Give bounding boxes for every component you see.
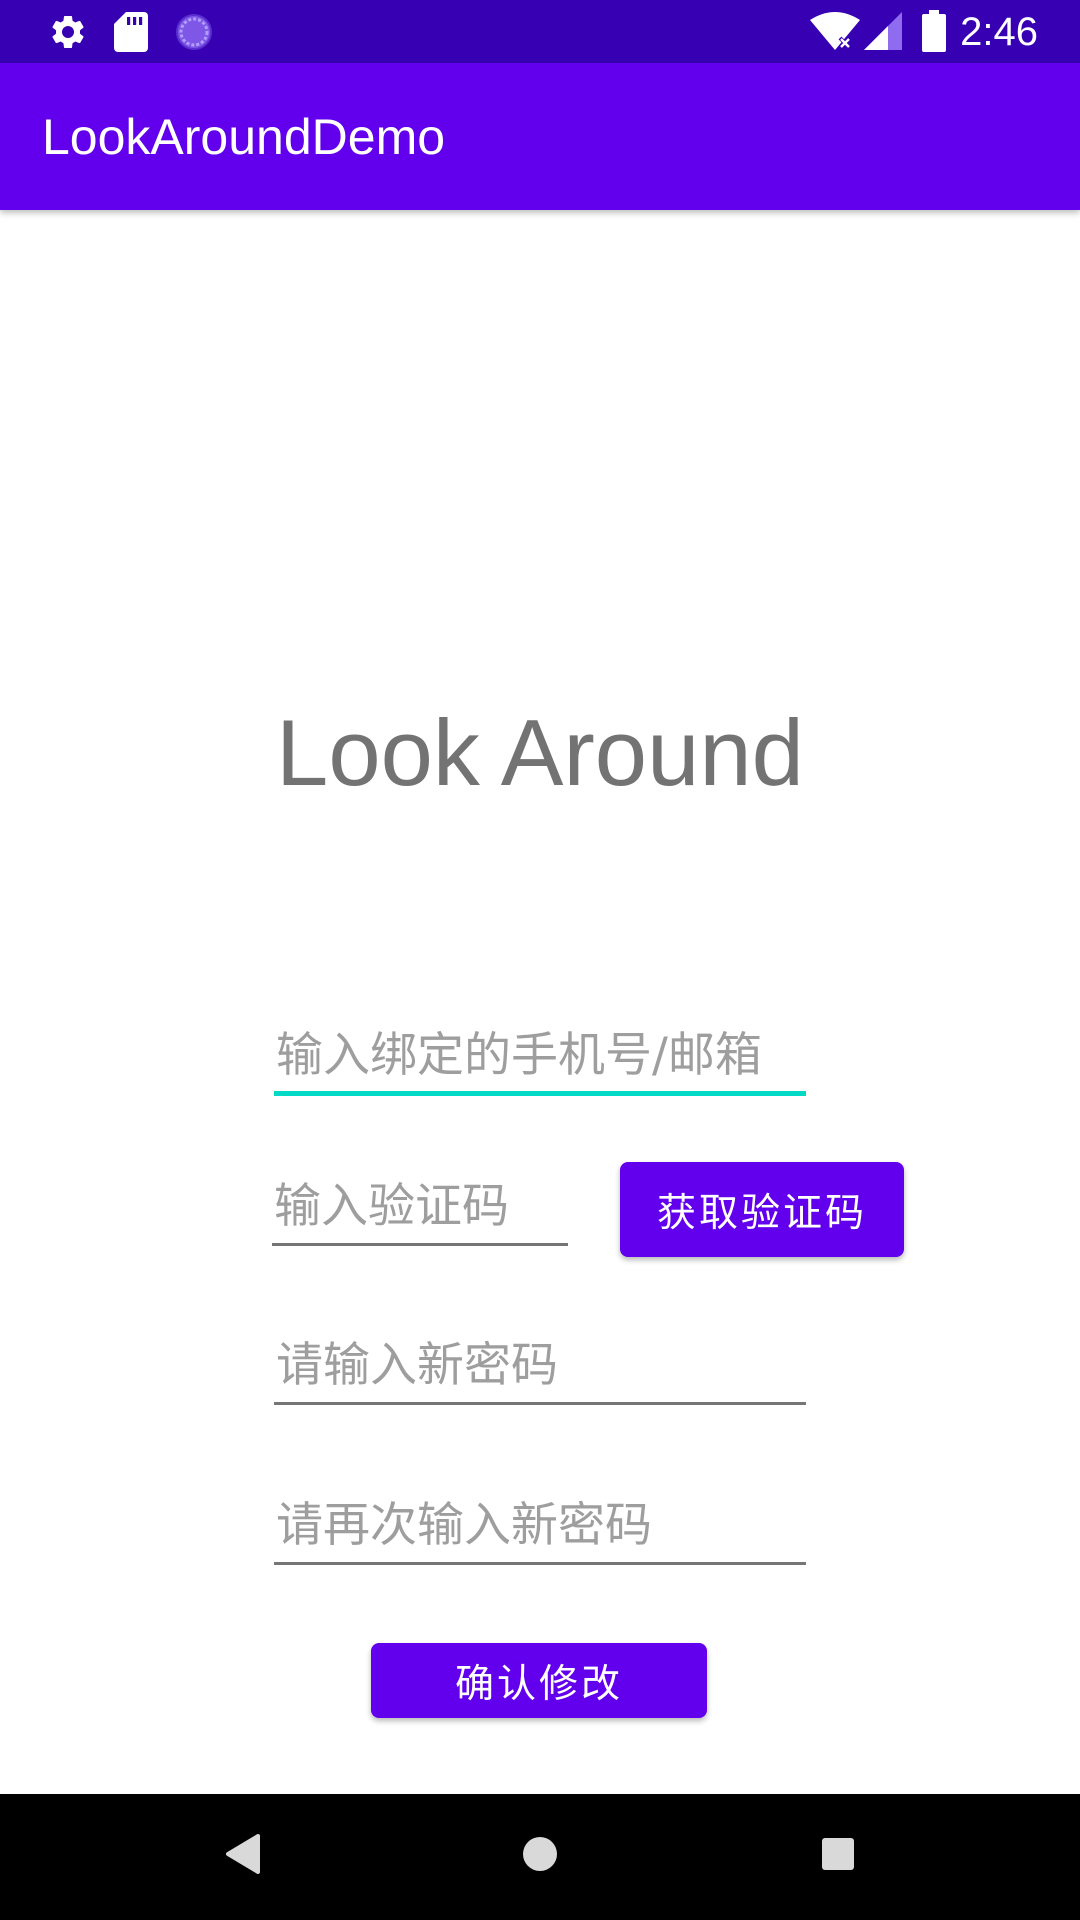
navigation-bar [0, 1794, 1080, 1920]
loading-icon [176, 14, 212, 50]
battery-icon [922, 10, 946, 52]
app-title: LookAroundDemo [42, 109, 446, 165]
gear-icon [52, 15, 84, 48]
sd-card-icon [114, 12, 148, 52]
recents-icon[interactable] [820, 1836, 856, 1872]
confirm-password-input[interactable] [274, 1488, 806, 1565]
confirm-change-button[interactable]: 确认修改 [371, 1643, 707, 1718]
status-bar: 2:46 [0, 0, 1080, 63]
verification-code-input[interactable] [272, 1170, 568, 1246]
home-icon[interactable] [520, 1834, 560, 1874]
cell-signal-icon [864, 12, 902, 50]
new-password-input[interactable] [274, 1328, 806, 1405]
get-code-button[interactable]: 获取验证码 [620, 1162, 904, 1257]
brand-title: Look Around [276, 700, 804, 805]
app-bar: LookAroundDemo [0, 63, 1080, 210]
back-icon[interactable] [222, 1832, 262, 1876]
account-input[interactable] [274, 1020, 806, 1096]
wifi-icon [810, 12, 860, 50]
status-time: 2:46 [960, 10, 1038, 54]
